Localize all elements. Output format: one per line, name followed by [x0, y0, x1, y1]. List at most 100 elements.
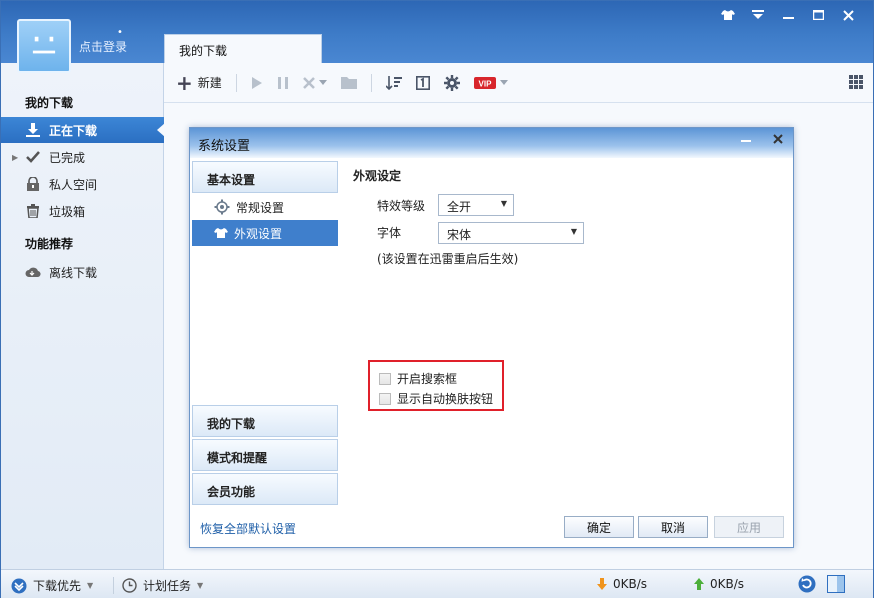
menu-icon[interactable] [743, 5, 773, 25]
dialog-minimize-button[interactable] [741, 133, 751, 148]
plus-icon: + [176, 70, 193, 95]
gear-icon [443, 74, 460, 91]
gear-icon [214, 199, 230, 215]
nav-my-downloads[interactable]: 我的下载 [192, 405, 338, 437]
sidebar-item-trash[interactable]: 垃圾箱 [1, 198, 164, 224]
view-grid-button[interactable] [849, 75, 863, 92]
minimize-icon [741, 140, 751, 142]
restart-note: (该设置在迅雷重启后生效) [377, 252, 519, 266]
chevron-down-icon: ▼ [500, 199, 507, 208]
schedule-button[interactable]: 计划任务 ▼ [113, 577, 203, 594]
download-icon [25, 122, 41, 138]
toolbar: + 新建 VIP [164, 63, 873, 103]
upload-speed: 0KB/s [694, 577, 744, 591]
vip-icon: VIP [473, 76, 496, 89]
avatar[interactable] [17, 19, 71, 73]
lock-icon [25, 176, 41, 192]
effect-level-select[interactable]: 全开 ▼ [438, 194, 514, 216]
search-box-checkbox[interactable] [379, 372, 391, 385]
dropdown-arrow-icon: ▼ [87, 581, 94, 590]
sort-button[interactable] [385, 71, 402, 95]
effect-level-label: 特效等级 [377, 199, 426, 213]
number-one-icon [415, 75, 430, 90]
status-bar: 下载优先 ▼ 计划任务 ▼ 0KB/s 0KB/s [1, 569, 873, 598]
sidebar-item-downloading[interactable]: 正在下载 [1, 117, 165, 143]
sidebar-item-offline-download[interactable]: 离线下载 [1, 259, 164, 285]
sidebar: 我的下载 正在下载 ▶ 已完成 私人空间 垃圾箱 功能推荐 离线下载 [1, 63, 165, 569]
delete-button[interactable] [302, 71, 327, 95]
check-icon [25, 149, 41, 165]
avatar-face-icon [32, 36, 56, 54]
clock-icon [122, 578, 137, 593]
upload-speed-value: 0KB/s [710, 577, 745, 591]
close-icon[interactable] [833, 5, 863, 25]
cloud-icon [25, 264, 41, 280]
download-priority-label: 下载优先 [33, 579, 82, 593]
trash-icon [25, 203, 41, 219]
nav-vip-features[interactable]: 会员功能 [192, 473, 338, 505]
new-task-button[interactable]: + 新建 [176, 71, 222, 95]
priority-icon [11, 578, 27, 593]
font-value: 宋体 [447, 228, 472, 242]
search-box-option-label: 开启搜索框 [397, 372, 458, 386]
pause-icon [277, 76, 288, 89]
sidebar-item-label: 离线下载 [49, 265, 98, 280]
auto-skin-button-option[interactable]: 显示自动换肤按钮 [379, 390, 493, 407]
download-arrow-icon [597, 578, 607, 590]
nav-general-settings[interactable]: 常规设置 [192, 194, 338, 220]
dropdown-arrow-icon: ▼ [197, 581, 204, 590]
sidebar-item-label: 私人空间 [49, 177, 98, 192]
expand-arrow-icon[interactable]: ▶ [12, 153, 18, 162]
apply-button[interactable]: 应用 [714, 516, 784, 538]
download-priority-button[interactable]: 下载优先 ▼ [11, 577, 93, 594]
skin-icon [214, 228, 228, 238]
login-dot: • [117, 27, 123, 38]
svg-text:VIP: VIP [478, 79, 492, 88]
new-task-label: 新建 [197, 76, 222, 90]
ok-button[interactable]: 确定 [564, 516, 634, 538]
login-link[interactable]: 点击登录 [79, 38, 127, 55]
restore-defaults-link[interactable]: 恢复全部默认设置 [200, 520, 296, 537]
panel-toggle-button[interactable] [827, 575, 845, 593]
sidebar-item-label: 垃圾箱 [49, 204, 86, 219]
auto-skin-option-label: 显示自动换肤按钮 [397, 392, 494, 406]
sidebar-item-label: 已完成 [49, 150, 86, 165]
dialog-close-button[interactable] [773, 133, 783, 148]
play-button[interactable] [251, 71, 263, 95]
sidebar-item-completed[interactable]: ▶ 已完成 [1, 144, 164, 170]
upload-arrow-icon [694, 578, 704, 590]
open-folder-button[interactable] [340, 71, 357, 95]
sidebar-section-my-downloads: 我的下载 [25, 96, 74, 110]
font-label: 字体 [377, 226, 402, 240]
pause-button[interactable] [277, 71, 289, 95]
search-box-option[interactable]: 开启搜索框 [379, 370, 457, 387]
maximize-icon[interactable] [803, 5, 833, 25]
sidebar-item-private-space[interactable]: 私人空间 [1, 171, 164, 197]
minimize-icon[interactable] [773, 5, 803, 25]
auto-skin-checkbox[interactable] [379, 392, 391, 405]
nav-item-label: 常规设置 [236, 200, 285, 215]
toolbar-divider [370, 73, 372, 92]
dialog-title: 系统设置 [198, 139, 251, 154]
font-select[interactable]: 宋体 ▼ [438, 222, 584, 244]
refresh-button[interactable] [798, 575, 816, 593]
folder-icon [340, 77, 357, 89]
single-task-button[interactable] [415, 71, 430, 95]
tab-my-downloads[interactable]: 我的下载 [164, 34, 322, 64]
nav-mode-and-alerts[interactable]: 模式和提醒 [192, 439, 338, 471]
chevron-down-icon: ▼ [570, 227, 577, 236]
settings-nav: 基本设置 常规设置 外观设置 我的下载 模式和提醒 会员功能 [190, 158, 340, 547]
vip-button[interactable]: VIP [473, 71, 508, 95]
cancel-button[interactable]: 取消 [638, 516, 708, 538]
window-controls [713, 5, 863, 25]
grid-icon [849, 75, 863, 89]
schedule-label: 计划任务 [143, 579, 192, 593]
toolbar-divider [235, 73, 237, 92]
settings-button[interactable] [443, 71, 460, 95]
nav-appearance-settings[interactable]: 外观设置 [192, 220, 338, 246]
download-speed-value: 0KB/s [613, 577, 648, 591]
delete-icon [302, 76, 315, 89]
download-speed: 0KB/s [597, 577, 647, 591]
nav-basic-settings[interactable]: 基本设置 [192, 161, 338, 193]
skin-icon[interactable] [713, 5, 743, 25]
